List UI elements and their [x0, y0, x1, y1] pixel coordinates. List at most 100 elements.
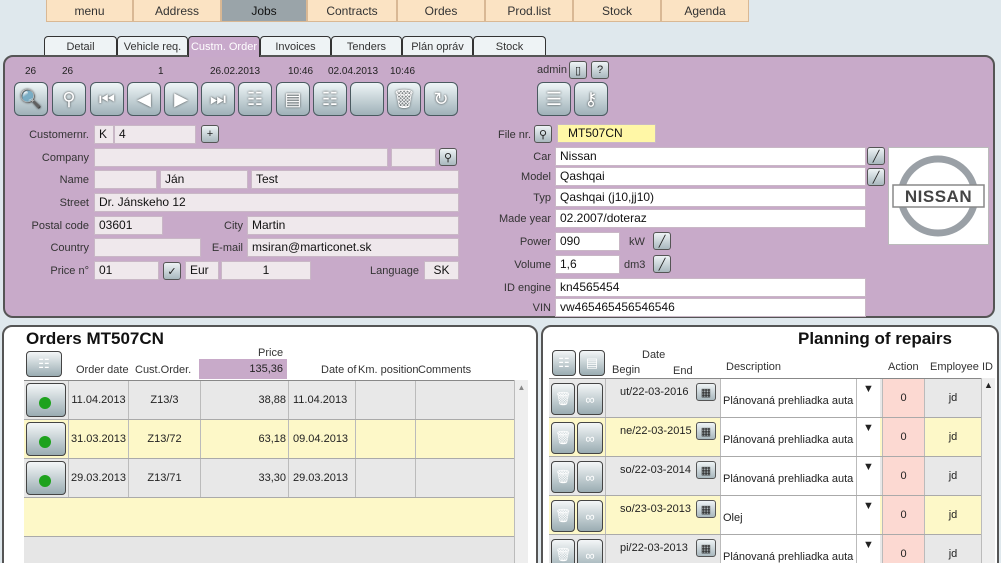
calendar-button[interactable]: ▦ [696, 383, 716, 401]
description-dropdown[interactable]: ▼ [856, 496, 880, 534]
tab-ordes[interactable]: Ordes [397, 0, 485, 22]
planning-add-button[interactable]: ☷ [552, 350, 576, 376]
refresh-button[interactable]: ↻ [424, 82, 458, 116]
planning-card-button[interactable]: ▤ [579, 350, 605, 376]
table-row[interactable]: 11.04.2013 Z13/3 38,88 11.04.2013 [24, 381, 516, 420]
row-link-button[interactable]: ∞ [577, 422, 603, 454]
search-button[interactable]: ⚲ [52, 82, 86, 116]
tab-prod-list[interactable]: Prod.list [485, 0, 573, 22]
orders-add-button[interactable]: ☷ [26, 351, 62, 377]
volume-calc-button[interactable]: ╱ [653, 255, 671, 273]
row-link-button[interactable]: ∞ [577, 383, 603, 415]
table-row[interactable]: 🗑 ∞ ne/22-03-2015 ▦ Plánovaná prehliadka… [549, 418, 981, 457]
currency-field[interactable]: Eur [185, 261, 219, 280]
notes-button[interactable]: ▯ [569, 61, 587, 79]
model-select-button[interactable]: ╱ [867, 168, 885, 186]
power-field[interactable]: 090 [555, 232, 620, 251]
table-row[interactable]: 🗑 ∞ ut/22-03-2016 ▦ Plánovaná prehliadka… [549, 379, 981, 418]
customer-add-button[interactable]: + [201, 125, 219, 143]
calendar-button[interactable]: ▦ [696, 422, 716, 440]
plan-description[interactable]: Olej [720, 496, 856, 534]
email-field[interactable]: msiran@marticonet.sk [247, 238, 459, 257]
plan-description[interactable]: Plánovaná prehliadka auta [720, 457, 856, 495]
tab-jobs[interactable]: Jobs [221, 0, 307, 22]
table-row[interactable]: 🗑 ∞ pi/22-03-2013 ▦ Plánovaná prehliadka… [549, 535, 981, 563]
plan-action[interactable]: 0 [882, 418, 924, 456]
price-extra-field[interactable]: 1 [221, 261, 311, 280]
file-search-button[interactable]: ⚲ [534, 125, 552, 143]
company-search-button[interactable]: ⚲ [439, 148, 457, 166]
customernr-field[interactable]: 4 [114, 125, 196, 144]
calendar-button[interactable]: ▦ [696, 500, 716, 518]
company-field[interactable] [94, 148, 388, 167]
subtab-detail[interactable]: Detail [44, 36, 117, 56]
table-row-empty[interactable] [24, 498, 516, 537]
typ-field[interactable]: Qashqai (j10,jj10) [555, 188, 866, 207]
key-button[interactable]: ⚷ [574, 82, 608, 116]
row-delete-button[interactable]: 🗑 [551, 422, 575, 454]
subtab-invoices[interactable]: Invoices [260, 36, 331, 56]
street-field[interactable]: Dr. Jánskeho 12 [94, 193, 459, 212]
table-row[interactable]: 31.03.2013 Z13/72 63,18 09.04.2013 [24, 420, 516, 459]
web-search-button[interactable]: 🔍 [14, 82, 48, 116]
subtab-tenders[interactable]: Tenders [331, 36, 402, 56]
volume-field[interactable]: 1,6 [555, 255, 620, 274]
customernr-prefix-field[interactable]: K [94, 125, 114, 144]
row-link-button[interactable]: ∞ [577, 500, 603, 532]
description-dropdown[interactable]: ▼ [856, 457, 880, 495]
row-delete-button[interactable]: 🗑 [551, 461, 575, 493]
scroll-up-icon[interactable]: ▲ [982, 380, 995, 390]
price-no-field[interactable]: 01 [94, 261, 159, 280]
row-delete-button[interactable]: 🗑 [551, 500, 575, 532]
subtab-custm-order[interactable]: Custm. Order [188, 36, 260, 57]
duplicate-button[interactable]: ☷ [313, 82, 347, 116]
description-dropdown[interactable]: ▼ [856, 418, 880, 456]
calendar-button[interactable]: ▦ [696, 539, 716, 557]
delete-button[interactable]: 🗑 [387, 82, 421, 116]
year-field[interactable]: 02.2007/doteraz [555, 209, 866, 228]
postal-field[interactable]: 03601 [94, 216, 163, 235]
car-field[interactable]: Nissan [555, 147, 866, 166]
subtab-vehicle-req[interactable]: Vehicle req. [117, 36, 188, 56]
company-extra-field[interactable] [391, 148, 436, 167]
vin-field[interactable]: vw465465456546546 [555, 298, 866, 317]
first-name-field[interactable]: Ján [160, 170, 248, 189]
plan-action[interactable]: 0 [882, 379, 924, 417]
plan-description[interactable]: Plánovaná prehliadka auta [720, 379, 856, 417]
new-record-button[interactable]: ☷ [238, 82, 272, 116]
tab-menu[interactable]: menu [46, 0, 133, 22]
price-select-button[interactable]: ✓ [163, 262, 181, 280]
tab-contracts[interactable]: Contracts [307, 0, 397, 22]
subtab-plan-oprav[interactable]: Plán opráv [402, 36, 473, 56]
next-record-button[interactable]: ▶ [164, 82, 198, 116]
tab-agenda[interactable]: Agenda [661, 0, 749, 22]
description-dropdown[interactable]: ▼ [856, 535, 880, 563]
plan-description[interactable]: Plánovaná prehliadka auta [720, 418, 856, 456]
plan-action[interactable]: 0 [882, 496, 924, 534]
document-button[interactable]: ▤ [276, 82, 310, 116]
planning-scrollbar[interactable]: ▲ [981, 378, 995, 563]
prev-record-button[interactable]: ◀ [127, 82, 161, 116]
tab-stock[interactable]: Stock [573, 0, 661, 22]
file-nr-field[interactable]: MT507CN [557, 124, 656, 143]
last-name-field[interactable]: Test [251, 170, 459, 189]
help-button[interactable]: ? [591, 61, 609, 79]
first-record-button[interactable]: ⏮ [90, 82, 124, 116]
order-open-button[interactable] [26, 383, 66, 417]
order-open-button[interactable] [26, 461, 66, 495]
tab-address[interactable]: Address [133, 0, 221, 22]
plan-action[interactable]: 0 [882, 535, 924, 563]
power-calc-button[interactable]: ╱ [653, 232, 671, 250]
table-row[interactable]: 29.03.2013 Z13/71 33,30 29.03.2013 [24, 459, 516, 498]
engine-field[interactable]: kn4565454 [555, 278, 866, 297]
blank-button[interactable] [350, 82, 384, 116]
calendar-button[interactable]: ▦ [696, 461, 716, 479]
plan-description[interactable]: Plánovaná prehliadka auta [720, 535, 856, 563]
city-field[interactable]: Martin [247, 216, 459, 235]
row-link-button[interactable]: ∞ [577, 461, 603, 493]
car-select-button[interactable]: ╱ [867, 147, 885, 165]
language-field[interactable]: SK [424, 261, 459, 280]
row-link-button[interactable]: ∞ [577, 539, 603, 563]
scroll-up-icon[interactable]: ▲ [515, 383, 528, 392]
row-delete-button[interactable]: 🗑 [551, 539, 575, 563]
